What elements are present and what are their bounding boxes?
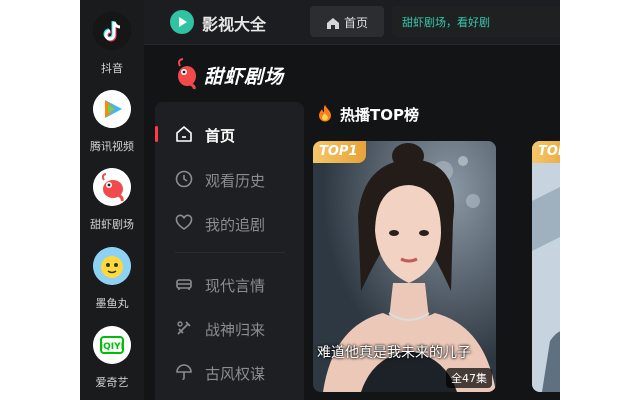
episode-count: 全47集 (446, 368, 492, 388)
tab-home-label: 首页 (344, 16, 369, 30)
dock-item-tencent-video[interactable]: 腾讯视频 (80, 86, 144, 162)
squid-ball-icon (93, 247, 131, 285)
app-dock: 抖音 腾讯视频 甜虾剧场 墨鱼丸 iQIYI 爱奇艺 (80, 0, 144, 400)
play-logo-icon (170, 10, 194, 34)
app-window: 抖音 腾讯视频 甜虾剧场 墨鱼丸 iQIYI 爱奇艺 影视大全 首页 甜虾剧场，… (80, 0, 560, 400)
rank-badge: TOP1 (313, 141, 366, 163)
sidebar-item-war-god-returns[interactable]: 战神归来 (155, 311, 304, 345)
section-title: 热播TOP榜 (340, 106, 419, 124)
sidebar-item-label: 首页 (205, 127, 236, 145)
brand-name: 甜虾剧场 (204, 66, 285, 88)
sidebar-item-modern-romance[interactable]: 现代言情 (155, 267, 304, 301)
rank-badge: TOP (532, 141, 560, 163)
shrimp-theater-icon (93, 168, 131, 206)
sidebar-item-label: 我的追剧 (205, 216, 266, 234)
dock-item-douyin[interactable]: 抖音 (80, 8, 144, 84)
dock-label: 腾讯视频 (90, 140, 134, 153)
search-placeholder: 甜虾剧场，看好剧 (402, 16, 490, 29)
couch-icon (175, 275, 193, 293)
sidebar-item-ancient-intrigue[interactable]: 古风权谋 (155, 355, 304, 389)
app-name: 影视大全 (202, 15, 267, 34)
heart-icon (175, 214, 193, 232)
clock-icon (175, 170, 193, 188)
home-icon (175, 125, 193, 143)
dock-label: 抖音 (101, 62, 123, 75)
drama-card[interactable]: TOP1 难道他真是我未来的儿子 全47集 (313, 141, 496, 392)
card-title: 难道他真是我未来的儿子 (317, 345, 471, 361)
sword-icon (175, 319, 193, 337)
search-input[interactable]: 甜虾剧场，看好剧 (392, 6, 560, 37)
nav-divider (175, 252, 285, 253)
umbrella-icon (175, 363, 193, 381)
sidebar-nav: 首页 观看历史 我的追剧 现代言情 战神归来 古风权谋 (155, 102, 304, 400)
dock-label: 爱奇艺 (95, 376, 129, 389)
sidebar-item-label: 战神归来 (205, 321, 266, 339)
top-bar: 影视大全 首页 甜虾剧场，看好剧 (144, 0, 560, 45)
iqiyi-icon: iQIYI (93, 326, 131, 364)
dock-label: 墨鱼丸 (95, 297, 129, 310)
drama-card[interactable]: TOP (532, 141, 560, 392)
sidebar-item-history[interactable]: 观看历史 (155, 162, 304, 196)
tab-home[interactable]: 首页 (310, 6, 384, 37)
dock-item-iqiyi[interactable]: iQIYI 爱奇艺 (80, 322, 144, 398)
dock-item-shrimp-theater[interactable]: 甜虾剧场 (80, 164, 144, 240)
sidebar-item-label: 古风权谋 (205, 365, 266, 383)
sidebar-item-home[interactable]: 首页 (155, 117, 304, 151)
sidebar-item-following[interactable]: 我的追剧 (155, 206, 304, 240)
dock-label: 甜虾剧场 (90, 218, 134, 231)
fire-icon (318, 104, 332, 122)
sidebar-item-label: 观看历史 (205, 172, 266, 190)
douyin-icon (93, 12, 131, 50)
active-indicator (155, 126, 158, 142)
svg-text:iQIYI: iQIYI (100, 342, 124, 352)
home-icon (326, 15, 340, 29)
dock-item-squid-ball[interactable]: 墨鱼丸 (80, 243, 144, 319)
shrimp-logo-icon (174, 58, 198, 90)
tencent-video-icon (93, 90, 131, 128)
drama-poster-image (532, 141, 560, 392)
sidebar-item-label: 现代言情 (205, 277, 266, 295)
